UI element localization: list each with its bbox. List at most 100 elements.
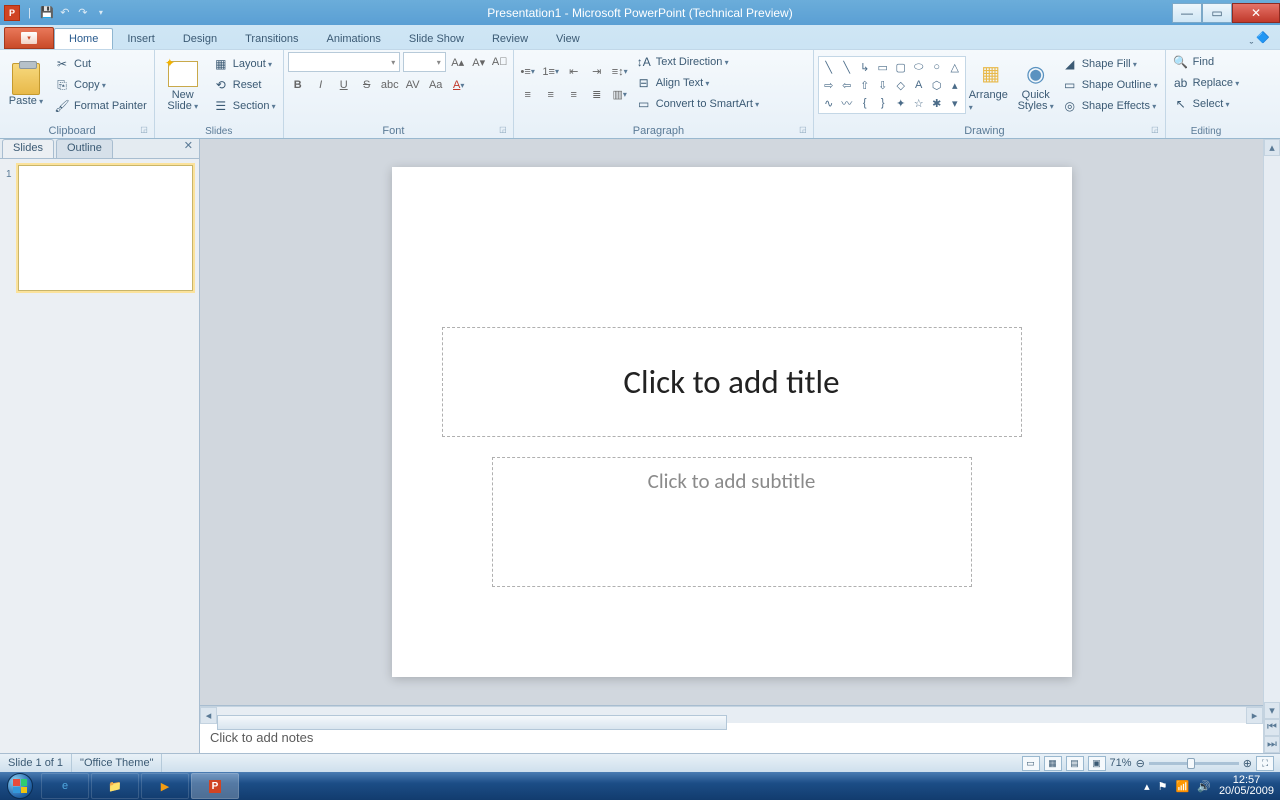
shape-line-icon[interactable]: ╲ [821,59,837,75]
align-center-button[interactable]: ≡ [541,85,561,105]
shape-text-icon[interactable]: A [911,77,927,93]
copy-button[interactable]: ⎘Copy [51,75,150,95]
shape-line2-icon[interactable]: ╲ [839,59,855,75]
increase-indent-button[interactable]: ⇥ [587,62,607,82]
help-minimize-icon[interactable]: ˬ 🔷 [1240,31,1280,44]
align-text-button[interactable]: ⊟Align Text [633,73,762,93]
decrease-indent-button[interactable]: ⇤ [564,62,584,82]
qat-dropdown-icon[interactable]: ▾ [93,5,109,21]
shape-star4-icon[interactable]: ✦ [893,95,909,111]
redo-icon[interactable]: ↷ [75,5,91,21]
tab-design[interactable]: Design [169,29,231,49]
maximize-button[interactable]: ▭ [1202,3,1232,23]
tab-view[interactable]: View [542,29,594,49]
subtitle-placeholder[interactable]: Click to add subtitle [492,457,972,587]
zoom-thumb[interactable] [1187,758,1195,769]
panel-tab-slides[interactable]: Slides [2,139,54,158]
tab-transitions[interactable]: Transitions [231,29,312,49]
select-button[interactable]: ↖Select [1170,94,1243,114]
shape-brace-l-icon[interactable]: { [857,95,873,111]
title-placeholder[interactable]: Click to add title [442,327,1022,437]
fit-window-button[interactable]: ⛶ [1256,756,1274,771]
vertical-scrollbar[interactable]: ▴ ▾ ⏮ ⏭ [1263,139,1280,753]
italic-button[interactable]: I [311,75,331,95]
numbering-button[interactable]: 1≡ [541,62,561,82]
clear-formatting-button[interactable]: A⃠ [491,52,509,72]
new-slide-button[interactable]: New Slide [159,52,207,118]
shape-rect-icon[interactable]: ▭ [875,59,891,75]
reset-button[interactable]: ⟲Reset [210,75,279,95]
slideshow-view-button[interactable]: ▣ [1088,756,1106,771]
align-right-button[interactable]: ≡ [564,85,584,105]
tab-animations[interactable]: Animations [313,29,395,49]
shape-diamond-icon[interactable]: ◇ [893,77,909,93]
sorter-view-button[interactable]: ▦ [1044,756,1062,771]
prev-slide-icon[interactable]: ⏮ [1264,719,1280,736]
tray-volume-icon[interactable]: 🔊 [1197,780,1211,793]
font-dialog-icon[interactable]: ◲ [499,125,507,134]
next-slide-icon[interactable]: ⏭ [1264,736,1280,753]
shapes-gallery[interactable]: ╲╲↳▭▢⬭○△ ⇨⇦⇧⇩◇A⬡▴ ∿〰{}✦☆✱▾ [818,56,966,114]
clipboard-dialog-icon[interactable]: ◲ [140,125,148,134]
shape-triangle-icon[interactable]: △ [947,59,963,75]
grow-font-button[interactable]: A▴ [449,52,467,72]
shape-row-down-icon[interactable]: ▾ [947,95,963,111]
scroll-left-icon[interactable]: ◂ [200,707,217,724]
shape-rrect-icon[interactable]: ▢ [893,59,909,75]
zoom-out-button[interactable]: ⊖ [1136,757,1145,770]
taskbar-explorer-button[interactable]: 📁 [91,773,139,799]
change-case-button[interactable]: Aa [426,75,446,95]
arrange-button[interactable]: ▦Arrange [969,52,1013,118]
panel-tab-outline[interactable]: Outline [56,139,113,158]
text-direction-button[interactable]: ↕AText Direction [633,52,762,72]
shape-callout-icon[interactable]: ⬭ [911,59,927,75]
shape-arrow-d-icon[interactable]: ⇩ [875,77,891,93]
reading-view-button[interactable]: ▤ [1066,756,1084,771]
font-size-combo[interactable] [403,52,445,72]
bullets-button[interactable]: •≡ [518,62,538,82]
shape-gear-icon[interactable]: ✱ [929,95,945,111]
undo-icon[interactable]: ↶ [57,5,73,21]
tray-clock[interactable]: 12:57 20/05/2009 [1219,775,1274,797]
taskbar-powerpoint-button[interactable]: P [191,773,239,799]
shape-outline-button[interactable]: ▭Shape Outline [1059,75,1161,95]
char-spacing-button[interactable]: AV [403,75,423,95]
paste-button[interactable]: Paste [4,52,48,118]
shrink-font-button[interactable]: A▾ [470,52,488,72]
line-spacing-button[interactable]: ≡↕ [610,62,630,82]
font-name-combo[interactable] [288,52,401,72]
scroll-down-icon[interactable]: ▾ [1264,702,1280,719]
shape-curve-icon[interactable]: ∿ [821,95,837,111]
tray-network-icon[interactable]: 📶 [1176,780,1190,793]
columns-button[interactable]: ▥ [610,85,630,105]
tab-slideshow[interactable]: Slide Show [395,29,478,49]
horizontal-scrollbar[interactable]: ◂ ▸ [200,706,1263,723]
shape-effects-button[interactable]: ◎Shape Effects [1059,96,1161,116]
format-painter-button[interactable]: 🖌Format Painter [51,96,150,116]
shape-arrow-u-icon[interactable]: ⇧ [857,77,873,93]
shape-scribble-icon[interactable]: 〰 [839,95,855,111]
scroll-up-icon[interactable]: ▴ [1264,139,1280,156]
replace-button[interactable]: abReplace [1170,73,1243,93]
shadow-button[interactable]: abc [380,75,400,95]
tab-home[interactable]: Home [54,28,113,49]
close-button[interactable]: ✕ [1232,3,1280,23]
zoom-in-button[interactable]: ⊕ [1243,757,1252,770]
start-button[interactable] [0,772,40,800]
shape-oval-icon[interactable]: ○ [929,59,945,75]
tab-review[interactable]: Review [478,29,542,49]
justify-button[interactable]: ≣ [587,85,607,105]
cut-button[interactable]: ✂Cut [51,54,150,74]
shape-fill-button[interactable]: ◢Shape Fill [1059,54,1161,74]
shape-row-up-icon[interactable]: ▴ [947,77,963,93]
shape-arrow-l-icon[interactable]: ⇦ [839,77,855,93]
save-icon[interactable]: 💾 [39,5,55,21]
align-left-button[interactable]: ≡ [518,85,538,105]
slide[interactable]: Click to add title Click to add subtitle [392,167,1072,677]
zoom-slider[interactable] [1149,762,1239,765]
quick-styles-button[interactable]: ◉Quick Styles [1016,52,1056,118]
bold-button[interactable]: B [288,75,308,95]
find-button[interactable]: 🔍Find [1170,52,1243,72]
tray-up-icon[interactable]: ▴ [1144,780,1150,793]
font-color-button[interactable]: A [449,75,469,95]
